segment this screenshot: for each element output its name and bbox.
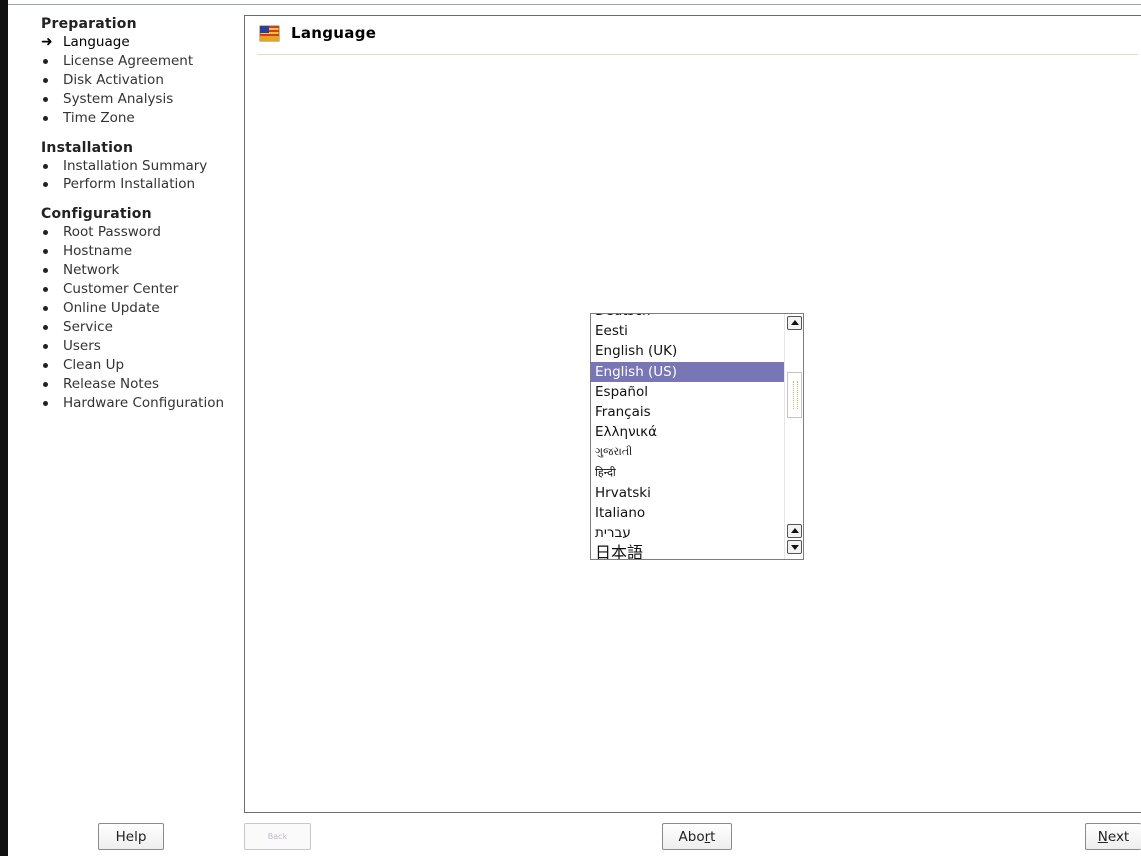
bullet-icon — [43, 287, 48, 293]
language-option[interactable]: Deutsch — [591, 314, 784, 321]
step-users: Users — [41, 337, 241, 356]
language-flag-icon — [259, 25, 280, 42]
language-option[interactable]: Español — [591, 382, 784, 402]
step-label: Users — [63, 337, 101, 354]
group-title-installation: Installation — [41, 139, 134, 156]
step-time-zone: Time Zone — [41, 109, 241, 128]
window-top-border — [8, 4, 1141, 5]
step-label: Language — [63, 34, 130, 50]
bullet-icon — [43, 268, 48, 274]
language-option[interactable]: Italiano — [591, 503, 784, 523]
step-label: Customer Center — [63, 281, 179, 298]
step-group-configuration: Configuration Root Password Hostname Net… — [41, 205, 241, 412]
language-option[interactable]: ગુજરાતી — [591, 442, 784, 462]
bullet-icon — [43, 230, 48, 236]
language-option[interactable]: Hrvatski — [591, 483, 784, 503]
abort-button[interactable]: Abo r t — [662, 823, 732, 850]
step-perform-installation: Perform Installation — [41, 175, 241, 194]
scrollbar-thumb[interactable] — [787, 372, 802, 418]
installation-steps-sidebar: Preparation ➜ Language License Agreement… — [41, 15, 241, 423]
page-title: Language — [291, 24, 377, 42]
step-customer-center: Customer Center — [41, 280, 241, 299]
language-option[interactable]: Français — [591, 402, 784, 422]
step-system-analysis: System Analysis — [41, 90, 241, 109]
group-title-configuration: Configuration — [41, 206, 152, 223]
next-button[interactable]: Next — [1085, 823, 1141, 850]
language-option[interactable]: हिन्दी — [591, 463, 784, 483]
step-label: License Agreement — [63, 52, 194, 69]
bullet-icon — [43, 182, 48, 188]
step-clean-up: Clean Up — [41, 356, 241, 375]
bullet-icon — [43, 249, 48, 255]
language-option[interactable]: Ελληνικά — [591, 422, 784, 442]
bullet-icon — [43, 163, 48, 169]
content-panel: Language Deutsch Eesti English (UK) Engl… — [244, 15, 1141, 813]
step-release-notes: Release Notes — [41, 375, 241, 394]
scroll-up-arrow-icon[interactable] — [787, 524, 802, 538]
language-option[interactable]: Eesti — [591, 321, 784, 341]
abort-label-end: t — [710, 828, 716, 845]
bullet-icon — [43, 324, 48, 330]
bullet-icon — [43, 362, 48, 368]
step-label: Disk Activation — [63, 71, 164, 88]
step-label: System Analysis — [63, 90, 174, 107]
current-step-arrow-icon: ➜ — [41, 34, 53, 50]
language-option[interactable]: English (UK) — [591, 341, 784, 361]
scroll-up-arrow-icon[interactable] — [787, 316, 802, 330]
next-label-end: ext — [1107, 828, 1130, 845]
step-root-password: Root Password — [41, 223, 241, 242]
bullet-icon — [43, 58, 48, 64]
step-service: Service — [41, 318, 241, 337]
step-label: Release Notes — [63, 375, 160, 392]
step-label: Time Zone — [63, 109, 135, 126]
help-button[interactable]: Help — [98, 823, 164, 850]
step-hardware-configuration: Hardware Configuration — [41, 394, 241, 413]
back-button-label: Back — [267, 832, 288, 841]
abort-label-start: Abo — [678, 828, 705, 845]
back-button[interactable]: Back — [244, 823, 311, 850]
scroll-down-arrow-icon[interactable] — [787, 540, 802, 554]
step-label: Online Update — [63, 299, 160, 316]
bullet-icon — [43, 305, 48, 311]
language-option[interactable]: עברית — [591, 523, 784, 543]
window-left-border — [0, 0, 8, 856]
step-label: Clean Up — [63, 356, 125, 373]
next-mnemonic: N — [1097, 828, 1108, 845]
step-label: Network — [63, 262, 120, 279]
bullet-icon — [43, 96, 48, 102]
language-listbox[interactable]: Deutsch Eesti English (UK) English (US) … — [590, 313, 804, 560]
step-language: ➜ Language — [41, 33, 241, 52]
step-label: Service — [63, 318, 113, 335]
header-divider — [257, 54, 1138, 55]
step-group-preparation: Preparation ➜ Language License Agreement… — [41, 15, 241, 128]
bullet-icon — [43, 115, 48, 121]
step-label: Root Password — [63, 224, 161, 241]
bullet-icon — [43, 77, 48, 83]
language-list-scrollbar[interactable] — [784, 314, 803, 559]
language-list: Deutsch Eesti English (UK) English (US) … — [591, 314, 784, 559]
step-label: Hostname — [63, 243, 133, 260]
step-hostname: Hostname — [41, 242, 241, 261]
step-network: Network — [41, 261, 241, 280]
step-label: Perform Installation — [63, 176, 196, 193]
language-option-selected[interactable]: English (US) — [591, 361, 784, 382]
group-title-preparation: Preparation — [41, 16, 137, 32]
step-license-agreement: License Agreement — [41, 52, 241, 71]
step-online-update: Online Update — [41, 299, 241, 318]
page-header: Language — [259, 21, 376, 45]
bullet-icon — [43, 343, 48, 349]
step-group-installation: Installation Installation Summary Perfor… — [41, 139, 241, 195]
step-disk-activation: Disk Activation — [41, 71, 241, 90]
language-option[interactable]: 日本語 — [591, 543, 784, 559]
bullet-icon — [43, 381, 48, 387]
bullet-icon — [43, 400, 48, 406]
step-label: Hardware Configuration — [63, 394, 225, 411]
step-installation-summary: Installation Summary — [41, 157, 241, 176]
step-label: Installation Summary — [63, 157, 208, 174]
